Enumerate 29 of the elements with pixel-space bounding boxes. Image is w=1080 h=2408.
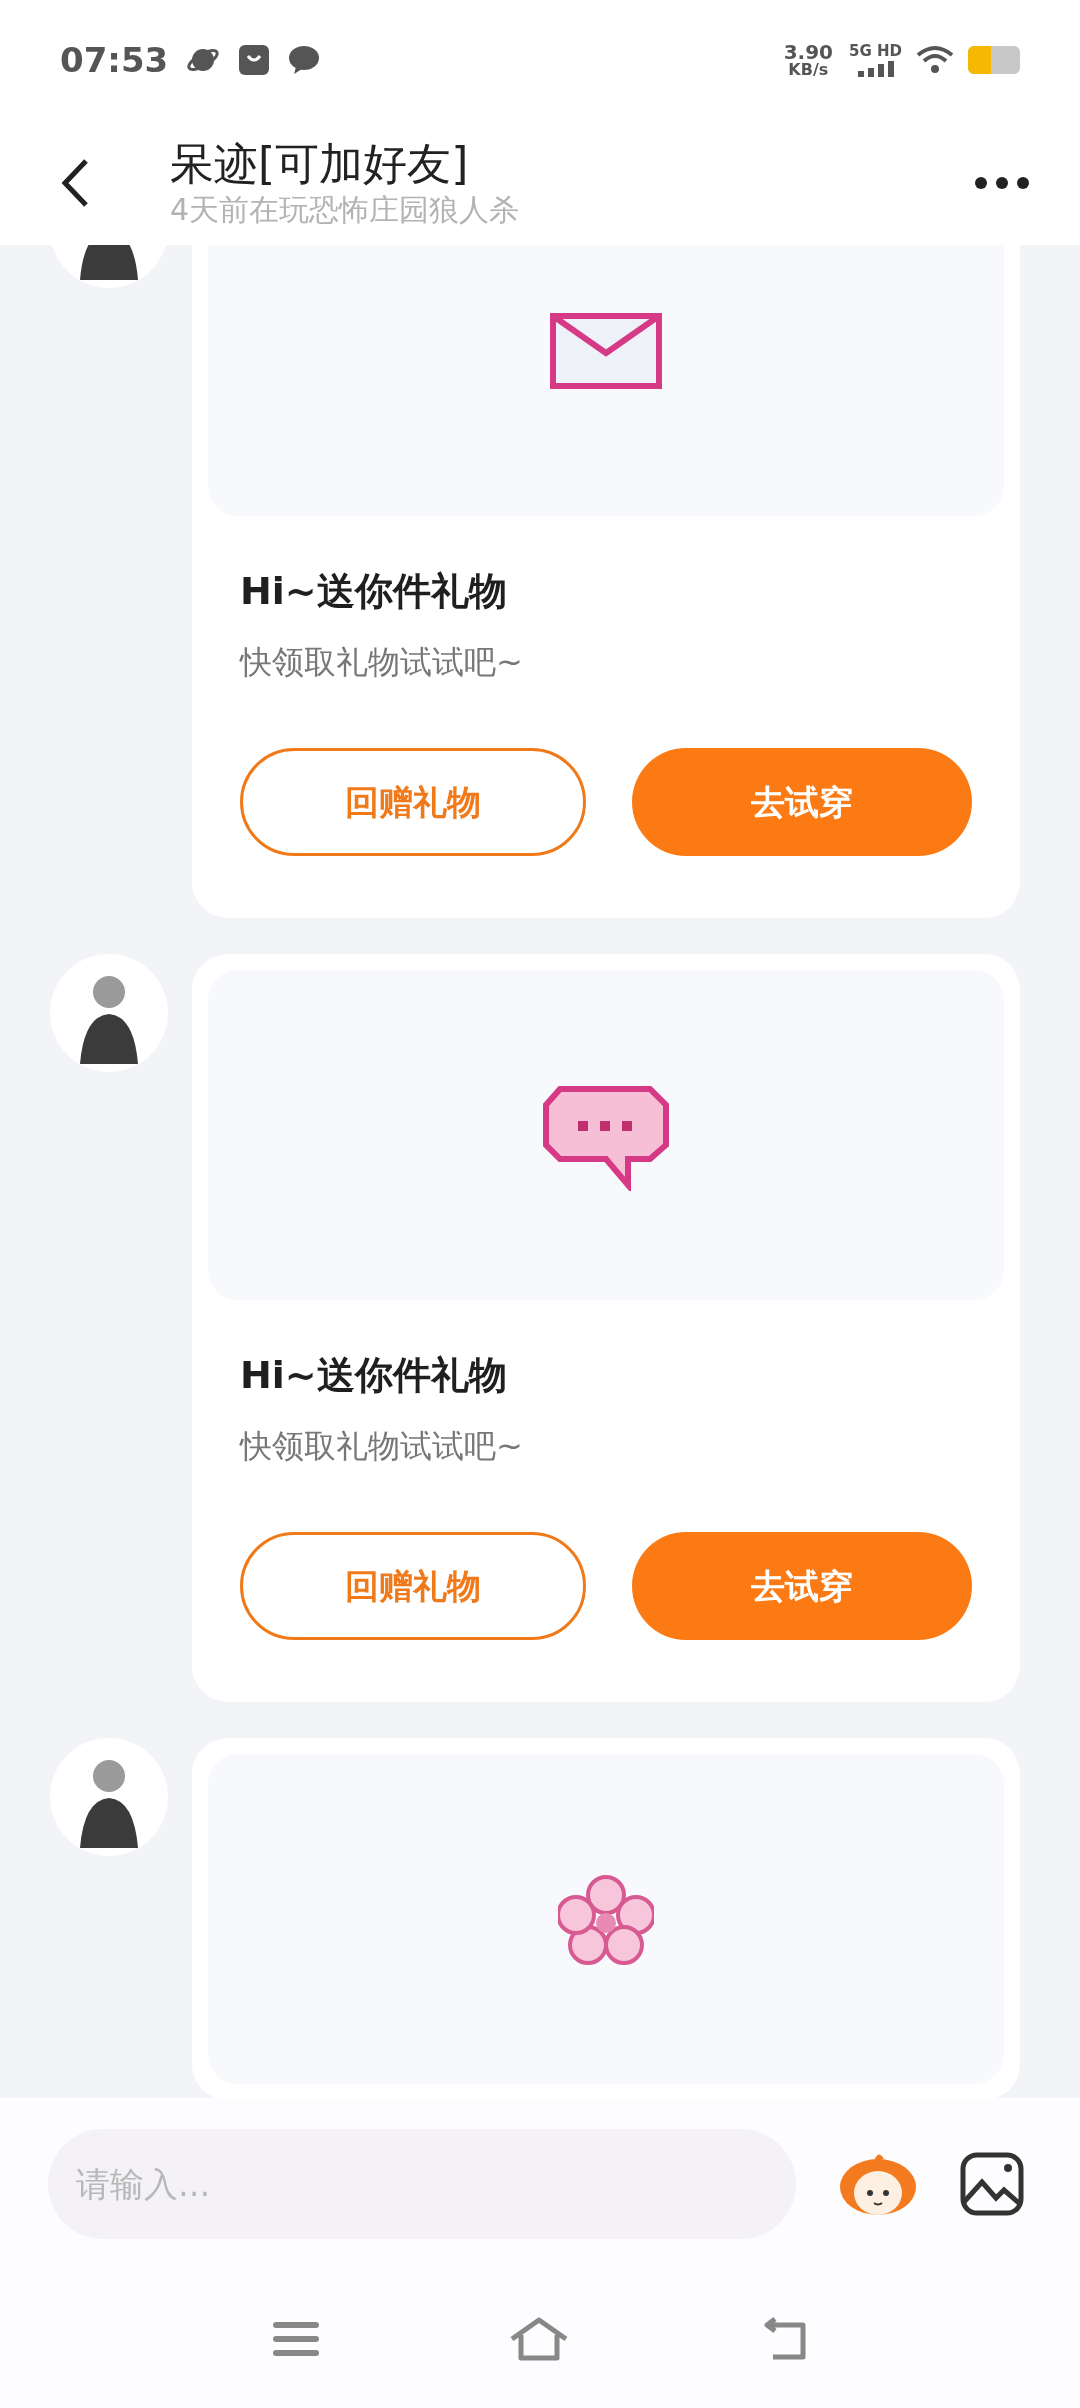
chat-title: 呆迹[可加好友] — [170, 137, 470, 192]
home-icon[interactable] — [509, 2317, 569, 2361]
gift-subtitle: 快领取礼物试试吧~ — [238, 1430, 524, 1462]
chat-icon — [288, 45, 321, 75]
network-speed-unit: KB/s — [788, 62, 829, 78]
image-icon[interactable] — [960, 2152, 1024, 2216]
signal-icon — [857, 60, 894, 77]
gift-subtitle: 快领取礼物试试吧~ — [238, 646, 524, 678]
return-gift-button[interactable]: 回赠礼物 — [240, 748, 586, 856]
avatar-icon[interactable] — [50, 1738, 168, 1856]
try-on-button[interactable]: 去试穿 — [632, 748, 972, 856]
network-type: 5G HD — [849, 43, 902, 59]
wifi-icon — [916, 45, 954, 75]
gift-title: Hi~送你件礼物 — [239, 572, 508, 610]
more-icon[interactable] — [974, 175, 1030, 190]
network-speed: 3.90 — [783, 42, 833, 62]
gift-title: Hi~送你件礼物 — [239, 1356, 508, 1394]
message-input[interactable]: 请输入... — [48, 2129, 796, 2239]
chat-subtitle: 4天前在玩恐怖庄园狼人杀 — [170, 191, 520, 229]
battery-icon — [968, 46, 1020, 74]
menu-icon[interactable] — [273, 2320, 319, 2358]
envelope-icon — [550, 313, 662, 389]
avatar-icon[interactable] — [50, 954, 168, 1072]
flower-icon — [558, 1873, 654, 1965]
try-on-button[interactable]: 去试穿 — [632, 1532, 972, 1640]
return-gift-button[interactable]: 回赠礼物 — [240, 1532, 586, 1640]
back-icon[interactable] — [60, 157, 90, 208]
status-time: 07:53 — [60, 38, 169, 82]
bag-icon — [238, 44, 271, 76]
